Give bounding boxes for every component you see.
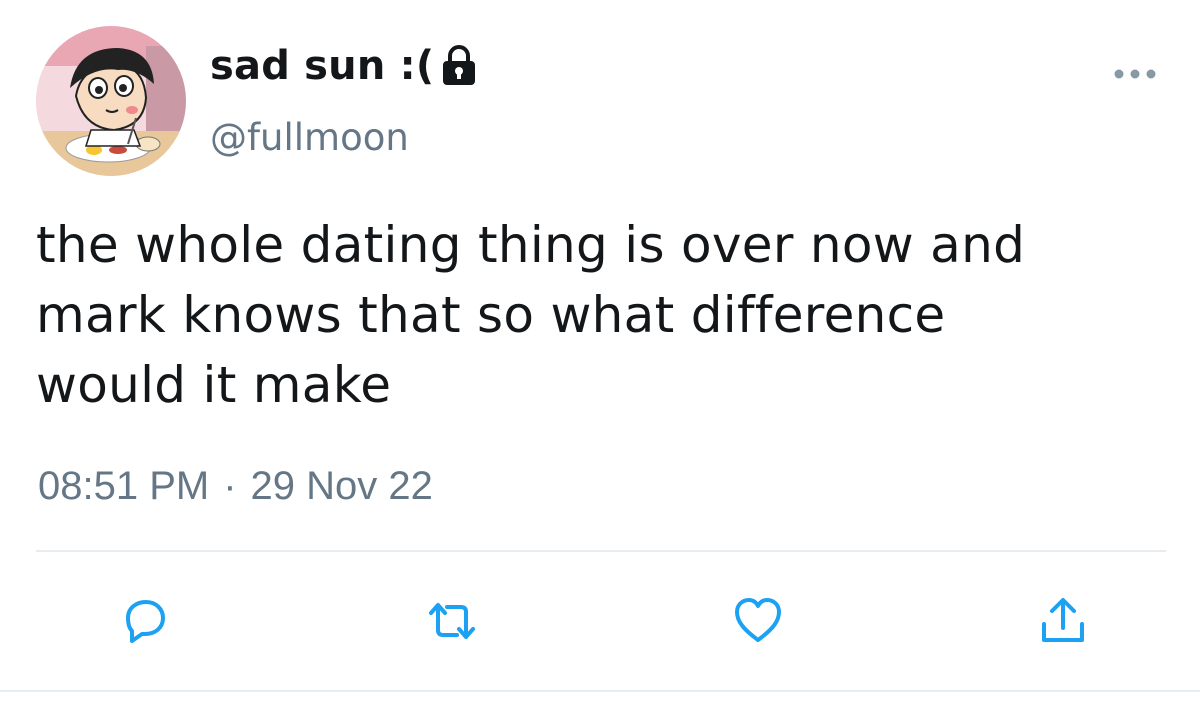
reply-icon <box>126 600 165 643</box>
bottom-divider <box>0 690 1200 692</box>
share-button[interactable] <box>1038 596 1088 646</box>
tweet-meta: 08:51 PM · 29 Nov 22 <box>38 464 433 509</box>
retweet-button[interactable] <box>427 596 477 646</box>
share-icon <box>1042 598 1084 642</box>
tweet-card: sad sun :( @fullmoon the whole dating th… <box>0 0 1200 710</box>
tweet-time[interactable]: 08:51 PM <box>38 464 209 509</box>
like-button[interactable] <box>733 596 783 646</box>
display-name-row: sad sun :( <box>210 38 478 94</box>
avatar[interactable] <box>36 26 186 176</box>
retweet-icon <box>429 603 475 639</box>
reply-button[interactable] <box>120 596 170 646</box>
tweet-date[interactable]: 29 Nov 22 <box>251 464 433 509</box>
lock-icon <box>440 44 478 88</box>
tweet-text: the whole dating thing is over now and m… <box>36 216 1026 414</box>
heart-icon <box>735 598 781 642</box>
more-icon[interactable] <box>1110 62 1160 86</box>
display-name[interactable]: sad sun :( <box>210 43 434 89</box>
user-handle[interactable]: @fullmoon <box>210 116 409 159</box>
meta-separator: · <box>223 464 237 508</box>
cartoon-avatar-icon <box>36 26 186 176</box>
divider <box>36 550 1166 552</box>
